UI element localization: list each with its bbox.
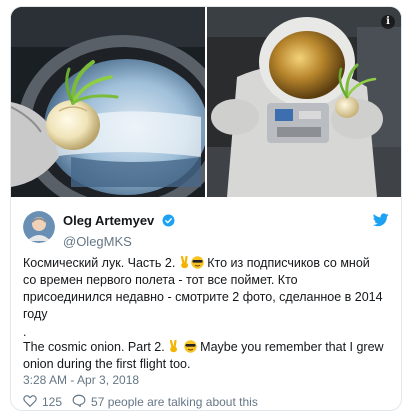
- tweet-text-ru-part1: Космический лук. Часть 2.: [23, 256, 179, 270]
- tweet-text: Космический лук. Часть 2. Кто из подписч…: [23, 255, 385, 373]
- victory-hand-emoji-icon: [168, 339, 180, 353]
- like-count[interactable]: 125: [42, 395, 62, 409]
- tweet-text-dot: .: [23, 325, 27, 339]
- tweet-timestamp[interactable]: 3:28 AM - Apr 3, 2018: [23, 373, 139, 387]
- tweet-text-english: The cosmic onion. Part 2. Maybe you reme…: [23, 339, 385, 373]
- tweet-header: Oleg Artemyev @OlegMKS: [23, 211, 391, 249]
- verified-badge-icon: [162, 214, 175, 232]
- cool-face-emoji-icon: [191, 256, 204, 269]
- twitter-bird-icon[interactable]: [372, 213, 389, 232]
- onion-window-photo[interactable]: [11, 7, 205, 197]
- tweet-actions: 125 57 people are talking about this: [23, 394, 258, 410]
- avatar[interactable]: [23, 211, 55, 243]
- cool-face-emoji-icon: [183, 340, 197, 353]
- victory-hand-emoji-icon: [179, 255, 191, 269]
- info-icon[interactable]: i: [381, 15, 395, 29]
- author-block[interactable]: Oleg Artemyev @OlegMKS: [63, 212, 175, 249]
- tweet-card: i Oleg Artemyev @OlegMKS Космический лук…: [10, 6, 402, 411]
- onion-spacesuit-photo[interactable]: i: [207, 7, 401, 197]
- speech-bubble-icon[interactable]: [72, 394, 86, 410]
- tweet-media[interactable]: i: [11, 7, 401, 197]
- author-display-name[interactable]: Oleg Artemyev: [63, 213, 154, 228]
- tweet-text-russian: Космический лук. Часть 2. Кто из подписч…: [23, 255, 385, 323]
- tweet-text-en-part1: The cosmic onion. Part 2.: [23, 340, 169, 354]
- talking-about-text[interactable]: 57 people are talking about this: [91, 395, 258, 409]
- author-handle[interactable]: @OlegMKS: [63, 234, 175, 249]
- heart-icon[interactable]: [23, 394, 37, 410]
